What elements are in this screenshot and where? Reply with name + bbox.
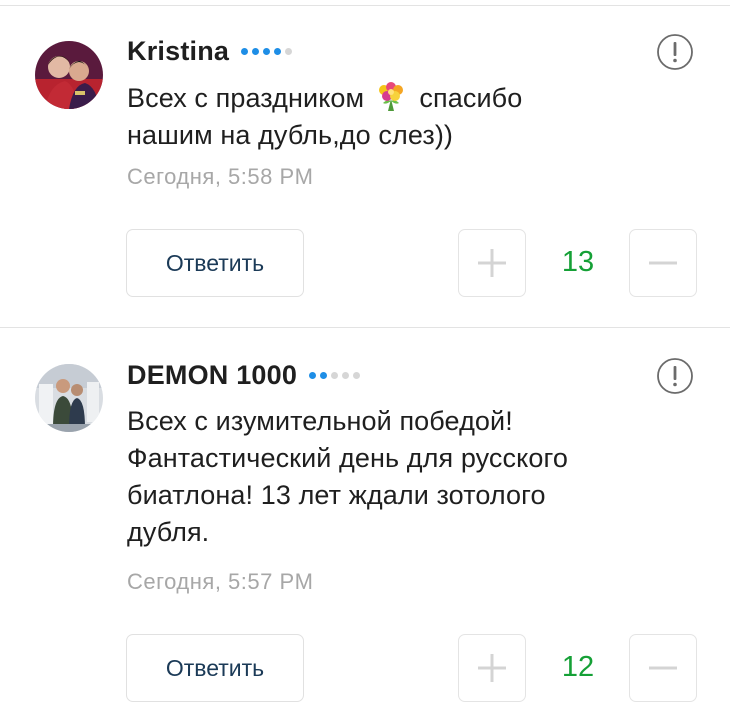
comment-text-part: Всех с праздником — [127, 83, 372, 113]
timestamp: Сегодня, 5:58 PM — [127, 164, 314, 189]
rating-dot — [274, 47, 282, 55]
comment-divider — [0, 327, 730, 328]
minus-icon — [649, 261, 677, 265]
comment-text: Всех с праздником спасибо нашим на дубль… — [127, 80, 697, 154]
rating-dot — [320, 371, 328, 379]
rating-dots — [309, 371, 361, 379]
rating-dot — [263, 47, 271, 55]
rating-dot — [353, 371, 361, 379]
author-name[interactable]: Kristina — [127, 36, 229, 67]
upvote-button[interactable] — [458, 634, 526, 702]
minus-icon — [649, 666, 677, 670]
author-name[interactable]: DEMON 1000 — [127, 360, 297, 391]
rating-dot — [309, 371, 317, 379]
author-row: Kristina — [127, 34, 293, 68]
plus-icon — [478, 249, 506, 277]
avatar[interactable] — [35, 41, 103, 109]
avatar[interactable] — [35, 364, 103, 432]
author-row: DEMON 1000 — [127, 358, 361, 392]
reply-button[interactable]: Ответить — [126, 229, 304, 297]
comment-text: Всех с изумительной победой! Фантастичес… — [127, 406, 568, 547]
rating-dot — [285, 47, 293, 55]
downvote-button[interactable] — [629, 229, 697, 297]
rating-dot — [252, 47, 260, 55]
downvote-button[interactable] — [629, 634, 697, 702]
rating-dot — [342, 371, 350, 379]
rating-dot — [241, 47, 249, 55]
plus-icon — [478, 654, 506, 682]
report-icon[interactable] — [656, 33, 694, 71]
vote-count: 13 — [561, 245, 595, 278]
rating-dots — [241, 47, 293, 55]
flower-bouquet-icon — [378, 82, 403, 111]
report-icon[interactable] — [656, 357, 694, 395]
vote-count: 12 — [561, 650, 595, 683]
reply-button[interactable]: Ответить — [126, 634, 304, 702]
rating-dot — [331, 371, 339, 379]
top-divider — [0, 5, 730, 6]
timestamp: Сегодня, 5:57 PM — [127, 569, 314, 594]
upvote-button[interactable] — [458, 229, 526, 297]
